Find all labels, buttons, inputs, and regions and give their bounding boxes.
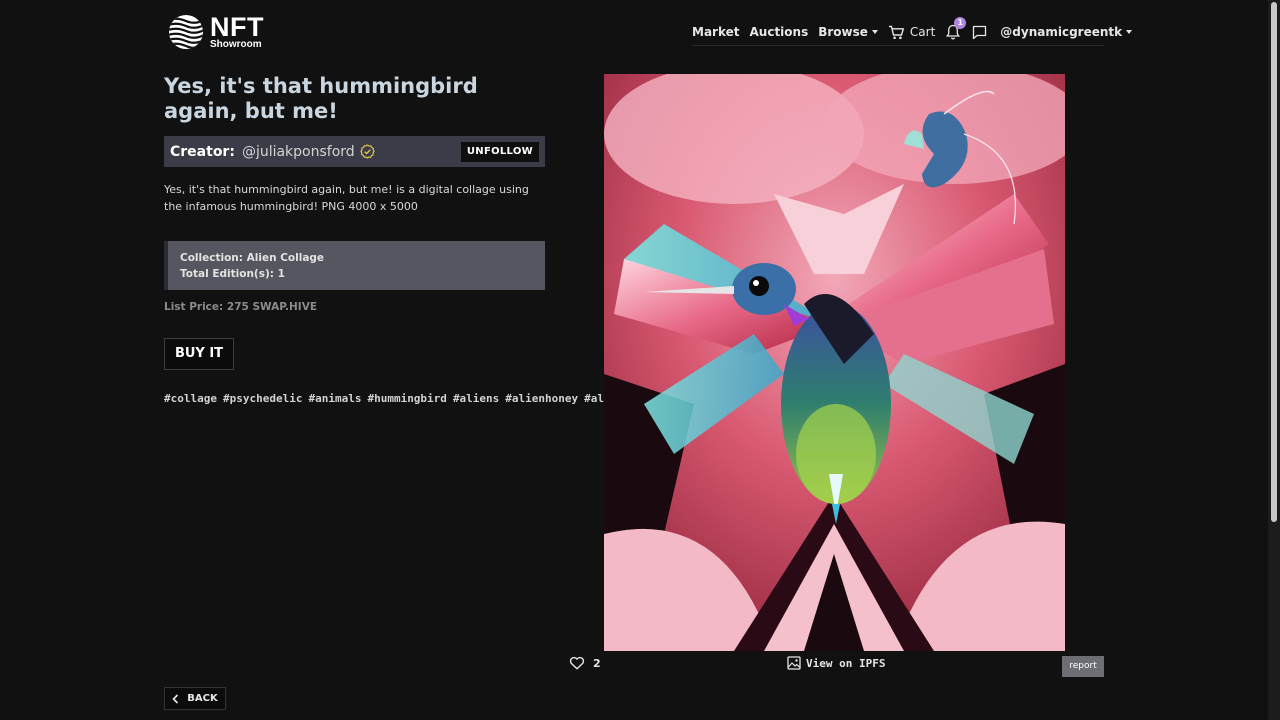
notification-count-badge: 1 xyxy=(954,17,967,29)
tag-link[interactable]: #alienhoney xyxy=(505,392,578,405)
hummingbird-collage-art xyxy=(604,74,1065,651)
buy-it-button[interactable]: BUY IT xyxy=(164,338,234,370)
chevron-down-icon xyxy=(1126,30,1133,34)
artwork-actions: 2 View on IPFS report xyxy=(566,656,1104,678)
chevron-down-icon xyxy=(871,30,878,34)
item-description: Yes, it's that hummingbird again, but me… xyxy=(164,183,529,213)
like-button[interactable]: 2 xyxy=(569,656,601,670)
nav-auctions[interactable]: Auctions xyxy=(750,25,809,39)
verified-badge-icon xyxy=(359,144,375,159)
logo-subtitle: Showroom xyxy=(210,39,262,50)
page-scrollbar[interactable] xyxy=(1268,0,1280,720)
unfollow-button[interactable]: UNFOLLOW xyxy=(460,142,539,162)
tag-link[interactable]: #psychedelic xyxy=(223,392,302,405)
collection-info-box: Collection: Alien Collage Total Edition(… xyxy=(164,241,545,290)
striped-globe-icon xyxy=(169,15,203,49)
creator-handle-link[interactable]: @juliakponsford xyxy=(242,144,355,160)
creator-label: Creator: xyxy=(170,143,235,160)
total-editions: Total Edition(s): 1 xyxy=(180,268,285,280)
list-price: List Price: 275 SWAP.HIVE xyxy=(164,301,318,313)
tag-link[interactable]: #aliens xyxy=(453,392,499,405)
tag-link[interactable]: #collage xyxy=(164,392,217,405)
main-nav: Market Auctions Browse Cart 1 @dynamicgr… xyxy=(692,17,1133,44)
view-on-ipfs-label: View on IPFS xyxy=(806,656,886,670)
report-button[interactable]: report xyxy=(1062,656,1104,677)
like-count: 2 xyxy=(593,656,601,670)
page-title: Yes, it's that hummingbird again, but me… xyxy=(164,74,478,123)
back-button[interactable]: BACK xyxy=(164,687,226,710)
user-handle: @dynamicgreentk xyxy=(1000,25,1123,39)
view-on-ipfs-link[interactable]: View on IPFS xyxy=(787,656,885,670)
creator-bar: Creator: @juliakponsford UNFOLLOW xyxy=(164,136,545,167)
chevron-left-icon xyxy=(172,693,179,704)
heart-icon xyxy=(569,656,585,670)
back-button-label: BACK xyxy=(187,693,218,704)
tag-list: #collage #psychedelic #animals #hummingbird… xyxy=(164,391,847,407)
tag-link[interactable]: #hummingbird xyxy=(367,392,446,405)
tag-link[interactable]: #animals xyxy=(308,392,361,405)
notifications-button[interactable]: 1 xyxy=(946,17,967,40)
nav-browse-dropdown[interactable]: Browse xyxy=(818,25,878,39)
chat-icon xyxy=(973,25,987,39)
messages-button[interactable] xyxy=(972,25,987,40)
nav-cart[interactable]: Cart xyxy=(888,25,935,40)
nav-market[interactable]: Market xyxy=(692,25,740,39)
nav-cart-label: Cart xyxy=(909,25,936,39)
logo-title: NFT xyxy=(210,12,264,42)
site-logo[interactable]: NFT Showroom xyxy=(168,12,268,52)
nav-browse-label: Browse xyxy=(818,25,868,39)
scrollbar-thumb[interactable] xyxy=(1271,2,1277,522)
user-menu-dropdown[interactable]: @dynamicgreentk xyxy=(1000,25,1133,39)
image-icon xyxy=(787,656,801,670)
nav-divider xyxy=(692,45,1104,46)
collection-name: Collection: Alien Collage xyxy=(180,252,325,264)
artwork-image[interactable] xyxy=(604,74,1065,651)
cart-icon xyxy=(888,25,904,39)
